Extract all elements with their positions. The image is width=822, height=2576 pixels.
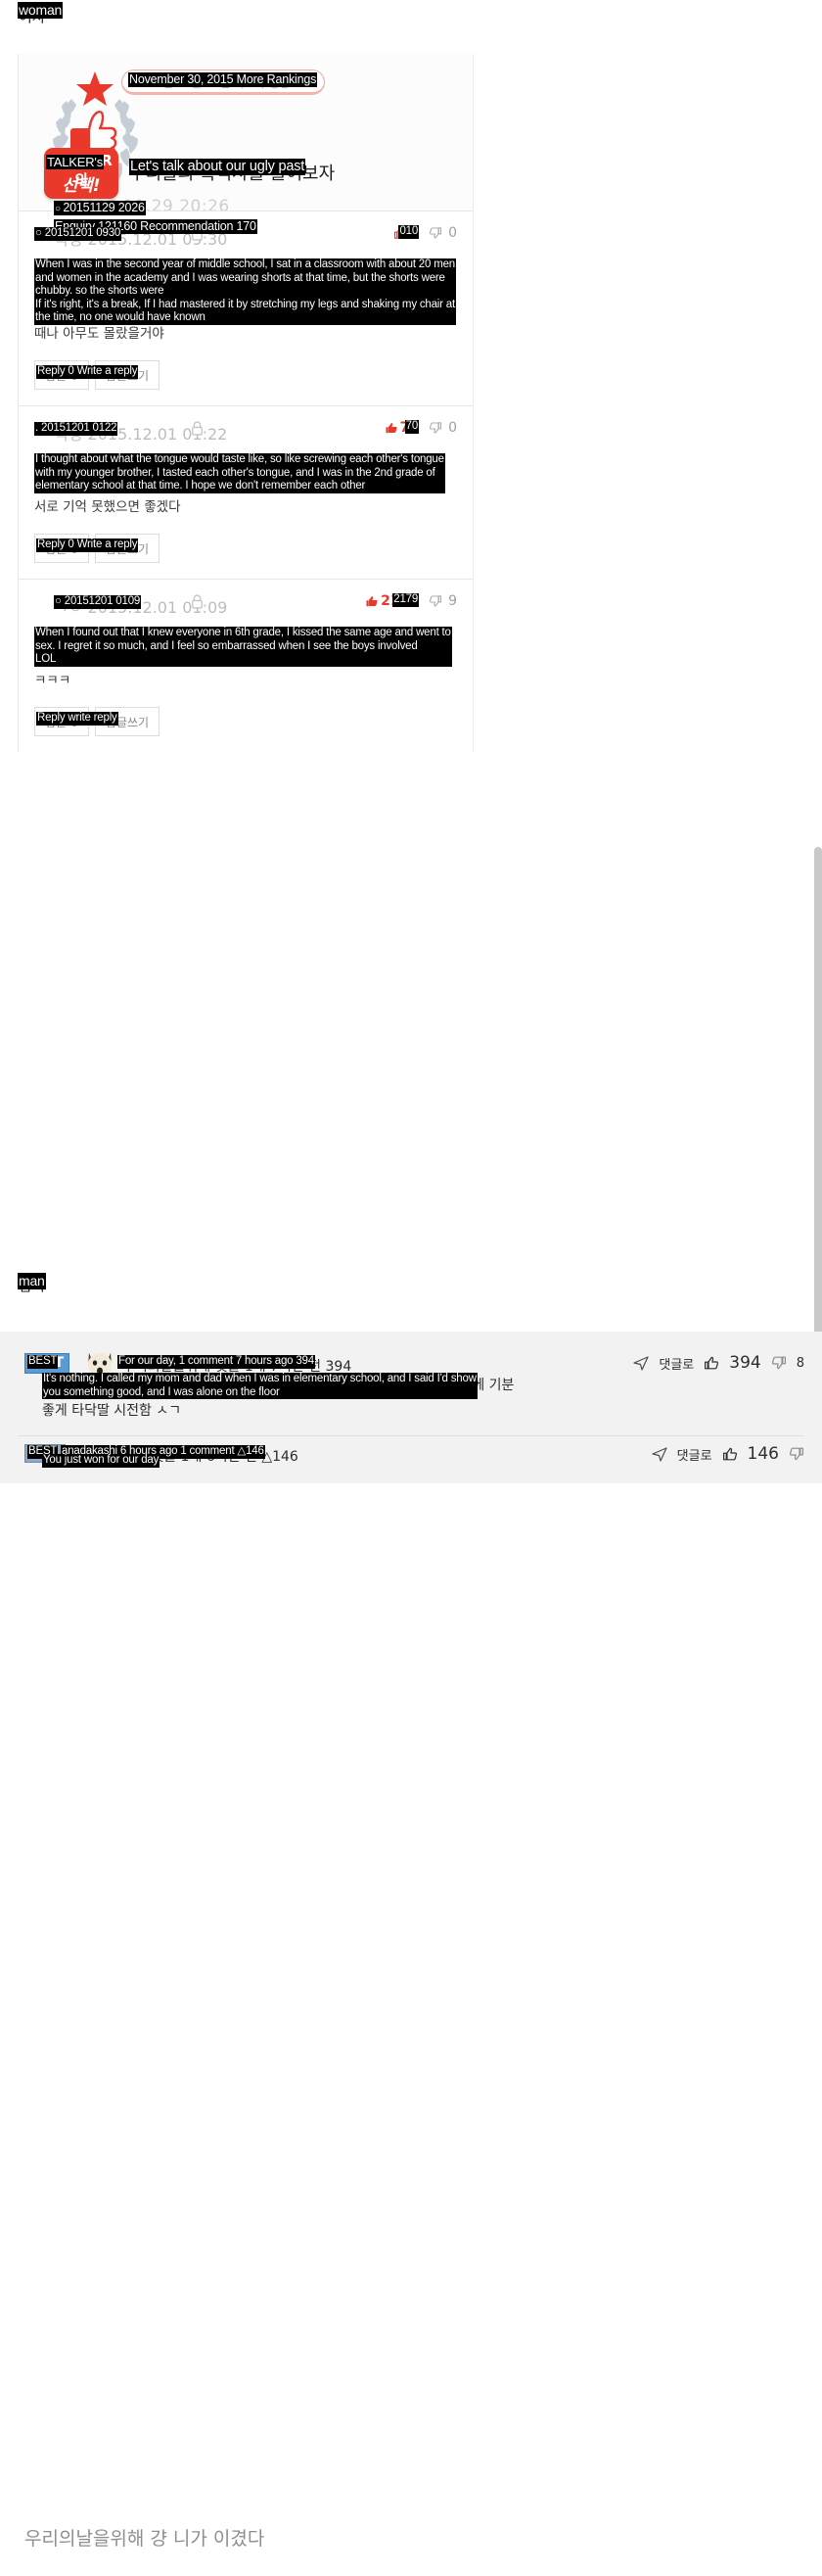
thumbs-down-icon[interactable] xyxy=(771,1355,787,1371)
bottom-comment-body-translation-overlay: You just won for our day xyxy=(42,1454,160,1468)
post-date-translation-overlay: ○ 20151129 2026 xyxy=(54,201,146,215)
bottom-comment-meta-translation: For our day, 1 comment 7 hours ago 394 xyxy=(117,1355,315,1369)
comment-actions: 답글 0 답글쓰기 Reply 0 Write a reply xyxy=(34,534,457,563)
downvote-count: 0 xyxy=(448,420,457,436)
upvote-count-translation-overlay: 2179 xyxy=(392,593,420,607)
comment-author-translation: ○ 20151201 0930 xyxy=(34,227,122,241)
like-count: 394 xyxy=(729,1353,761,1373)
thumbs-down-icon[interactable] xyxy=(429,226,442,240)
upvote-control[interactable]: 2179 2179 xyxy=(365,593,420,609)
dislike-count: 8 xyxy=(796,1355,804,1371)
comment-actions: 답글 0 답글쓰기 Reply write reply xyxy=(34,707,457,736)
comment-author-translation-overlay: . 20151201 0122 xyxy=(34,422,118,436)
comment-actions-translation-overlay: Reply 0 Write a reply xyxy=(36,365,139,379)
comment-vote-group[interactable]: 0 010 0 xyxy=(393,225,457,241)
bottom-comment-body: You just won for our day xyxy=(42,1454,787,1483)
post-title-translation: Let's talk about our ugly past xyxy=(129,159,306,176)
comment-body: 중학교 2학년때 학원에서 남자 20명쯤 있는데 여자랑 같이 앉아있었는데 … xyxy=(34,258,457,345)
comment-body-translation-overlay: When I was in the second year of middle … xyxy=(34,258,456,325)
post-card: TALKER의 선택! TALKER's 2015년 11월 30일 더보기 랭… xyxy=(18,54,474,752)
vertical-scrollbar-thumb[interactable] xyxy=(814,847,822,1351)
bottom-comment-body-original: 우리의날을위해 걍 니가 이겼다 xyxy=(24,2528,265,2550)
comment-author-translation: . 20151201 0122 xyxy=(34,422,118,436)
ranking-pill-translation-overlay: November 30, 2015 More Rankings xyxy=(128,72,318,87)
comment-body-translation: When I found out that I knew everyone in… xyxy=(34,627,452,667)
comment-author-translation-overlay: ○ 20151201 0930 xyxy=(34,227,122,241)
best-badge-translation: BEST xyxy=(27,1355,59,1369)
comment-vote-group[interactable]: 2179 2179 9 xyxy=(365,593,457,609)
comment-actions-translation-overlay: Reply write reply xyxy=(36,712,118,726)
comment-header: 익명 2015.12.01 01:22 . 20151201 0122 70 7… xyxy=(34,420,457,444)
talkers-choice-badge-line2: 선택! xyxy=(62,176,101,196)
reply-label[interactable]: 댓글로 xyxy=(659,1354,694,1373)
thumbs-up-icon[interactable] xyxy=(385,421,398,435)
comment-vote-group[interactable]: 70 70 0 xyxy=(385,420,457,436)
comment-actions-translation: Reply 0 Write a reply xyxy=(36,365,139,379)
upvote-control[interactable]: 0 010 xyxy=(393,225,420,241)
comment-row: 익명 2015.12.01 09:30 ○ 20151201 0930 0 01… xyxy=(19,211,473,405)
upvote-count-translation-overlay: 010 xyxy=(398,225,420,239)
lock-icon xyxy=(192,594,203,609)
section-label-woman: woman xyxy=(18,2,64,19)
screenshot-page: 여자 woman xyxy=(0,0,822,2576)
comment-author-translation: ○ 20151201 0109 xyxy=(54,595,142,609)
bottom-comment-section: T BEST 우리의날을위해 댓글 1개 7시간 전 394 For our d… xyxy=(0,1332,822,1483)
upvote-count-translation: 2179 xyxy=(392,593,420,607)
section-label-woman-text: woman xyxy=(18,2,64,19)
thumbs-down-icon[interactable] xyxy=(789,1446,804,1462)
best-badge-translation-overlay: BEST xyxy=(27,1355,59,1369)
comment-body-translation: When I was in the second year of middle … xyxy=(34,258,456,325)
bottom-comment-body: 별거 아닌데 초등학생때 엄마아빠 불러서 좋은거 보여준다고 하고 혼자 바닥… xyxy=(42,1373,787,1426)
comment-actions-translation: Reply 0 Write a reply xyxy=(36,539,139,552)
send-arrow-icon[interactable] xyxy=(633,1355,649,1371)
comment-body: 혀가 무슨 맛일까 생각해서 서로 혀를 빠는 것처럼 동생이 남동생이랑 서로… xyxy=(34,453,457,518)
bottom-comment-row: T BEST 우리의날을위해 댓글 1개 7시간 전 394 For our d… xyxy=(0,1345,822,1436)
upvote-count-translation: 70 xyxy=(404,420,420,434)
comment-header: ㅋㅇ 2015.12.01 01:09 ○ 20151201 0109 2179… xyxy=(34,593,457,617)
thumbs-down-icon[interactable] xyxy=(429,594,442,608)
comment-row: ㅋㅇ 2015.12.01 01:09 ○ 20151201 0109 2179… xyxy=(19,579,473,752)
comment-body-translation-overlay: When I found out that I knew everyone in… xyxy=(34,627,452,667)
post-title-translation-overlay: Let's talk about our ugly past xyxy=(129,159,306,176)
talkers-choice-badge-translation-overlay: TALKER's xyxy=(46,155,104,170)
comment-row: 익명 2015.12.01 01:22 . 20151201 0122 70 7… xyxy=(19,405,473,579)
comment-body-translation: I thought about what the tongue would ta… xyxy=(34,453,445,493)
bottom-comment-meta-translation-overlay: For our day, 1 comment 7 hours ago 394 xyxy=(117,1355,315,1369)
post-date-translation: ○ 20151129 2026 xyxy=(54,201,146,215)
post-header: TALKER의 선택! TALKER's 2015년 11월 30일 더보기 랭… xyxy=(19,54,473,236)
thumbs-down-icon[interactable] xyxy=(429,421,442,435)
comment-actions: 답글 0 답글쓰기 Reply 0 Write a reply xyxy=(34,360,457,390)
comment-body-translation-overlay: I thought about what the tongue would ta… xyxy=(34,453,445,493)
thumbs-up-icon[interactable] xyxy=(704,1355,719,1371)
bottom-comment-actions[interactable]: 댓글로 394 8 xyxy=(633,1353,804,1373)
downvote-count: 0 xyxy=(448,225,457,241)
downvote-count: 9 xyxy=(448,593,457,609)
comment-actions-translation: Reply write reply xyxy=(36,712,118,726)
bottom-comment-body-translation: You just won for our day xyxy=(42,1454,160,1468)
bottom-comment-body-translation: It's nothing. I called my mom and dad wh… xyxy=(42,1373,478,1400)
comment-actions-translation-overlay: Reply 0 Write a reply xyxy=(36,539,139,552)
comment-author-translation-overlay: ○ 20151201 0109 xyxy=(54,595,142,609)
bottom-comment-body-translation-overlay: It's nothing. I called my mom and dad wh… xyxy=(42,1373,478,1400)
upvote-count-translation: 010 xyxy=(398,225,420,239)
section-label-man-text: man xyxy=(18,1273,46,1289)
post-date-translation-text: 20151129 2026 xyxy=(63,201,145,214)
thumbs-up-icon[interactable] xyxy=(365,594,379,608)
upvote-control[interactable]: 70 70 xyxy=(385,420,420,436)
talkers-choice-badge-translation: TALKER's xyxy=(46,155,104,170)
section-label-man: man xyxy=(18,1273,46,1289)
ranking-pill-translation: November 30, 2015 More Rankings xyxy=(128,72,318,87)
lock-icon xyxy=(192,421,203,436)
upvote-count-translation-overlay: 70 xyxy=(404,420,420,434)
bottom-comment-row: BEST anadakashi 댓글 1개 6시간 전 △146 anadaka… xyxy=(0,1436,822,1483)
comment-body: 6학년때 다 아는 사이인걸 알고 동갑이랑 뽀뽀하고 ㄹㅇ 섹스까지 함 너무… xyxy=(34,627,457,691)
